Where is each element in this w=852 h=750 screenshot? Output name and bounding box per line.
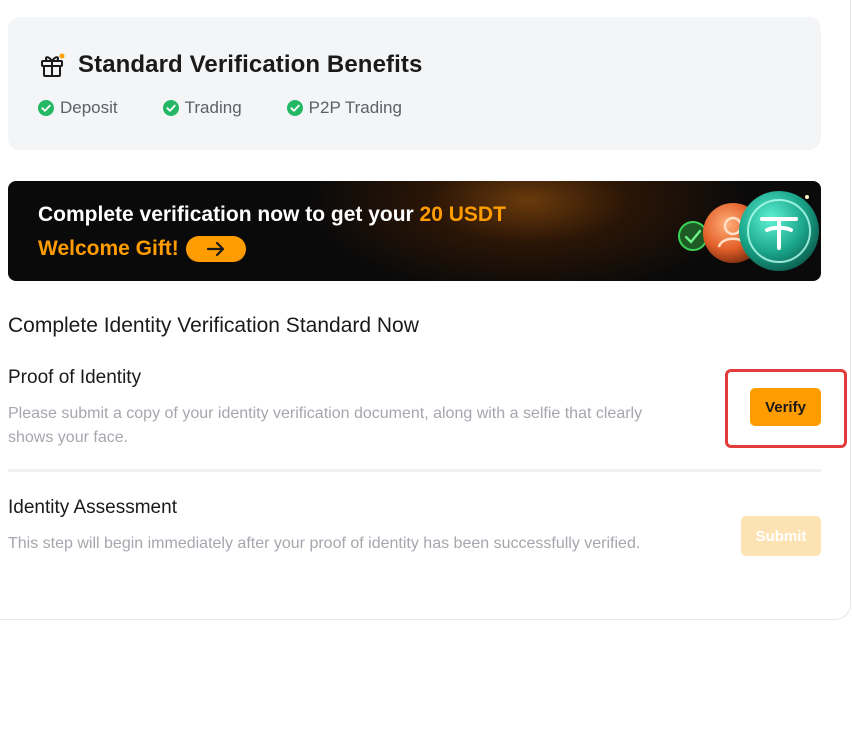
- submit-button[interactable]: Submit: [741, 516, 821, 556]
- benefit-label: Trading: [184, 98, 242, 117]
- section-title: Complete Identity Verification Standard …: [8, 314, 419, 337]
- step-description-identity-assessment: This step will begin immediately after y…: [8, 535, 641, 552]
- banner-text: Complete verification now to get your: [38, 203, 420, 226]
- check-circle-icon: [286, 100, 303, 116]
- benefit-label: P2P Trading: [308, 98, 402, 117]
- verify-button[interactable]: Verify: [750, 388, 821, 426]
- benefit-list: Deposit Trading P2P Trading: [38, 98, 402, 118]
- banner-amount: 20 USDT: [419, 203, 506, 226]
- banner-arrow-button[interactable]: [185, 236, 246, 262]
- benefits-title: Standard Verification Benefits: [78, 51, 423, 78]
- banner-headline: Complete verification now to get your 20…: [38, 203, 506, 227]
- banner-cta-row: Welcome Gift!: [38, 236, 246, 262]
- benefit-item-p2p-trading: P2P Trading: [286, 98, 402, 118]
- gift-icon: [38, 51, 66, 79]
- step-title-identity-assessment: Identity Assessment: [8, 497, 177, 518]
- benefits-header: Standard Verification Benefits: [38, 51, 422, 79]
- welcome-gift-banner[interactable]: Complete verification now to get your 20…: [8, 181, 821, 281]
- benefit-label: Deposit: [60, 98, 118, 117]
- benefit-item-trading: Trading: [162, 98, 242, 118]
- banner-gift-label: Welcome Gift!: [38, 237, 179, 260]
- step-description-proof-of-identity: Please submit a copy of your identity ve…: [8, 405, 643, 446]
- benefit-item-deposit: Deposit: [38, 98, 118, 118]
- step-divider: [8, 469, 821, 472]
- benefits-panel: Standard Verification Benefits Deposit T…: [8, 17, 821, 150]
- check-circle-icon: [38, 100, 54, 116]
- step-title-proof-of-identity: Proof of Identity: [8, 367, 142, 388]
- arrow-right-icon: [206, 241, 224, 257]
- usdt-coin-illustration: [678, 191, 819, 271]
- check-circle-icon: [162, 100, 179, 116]
